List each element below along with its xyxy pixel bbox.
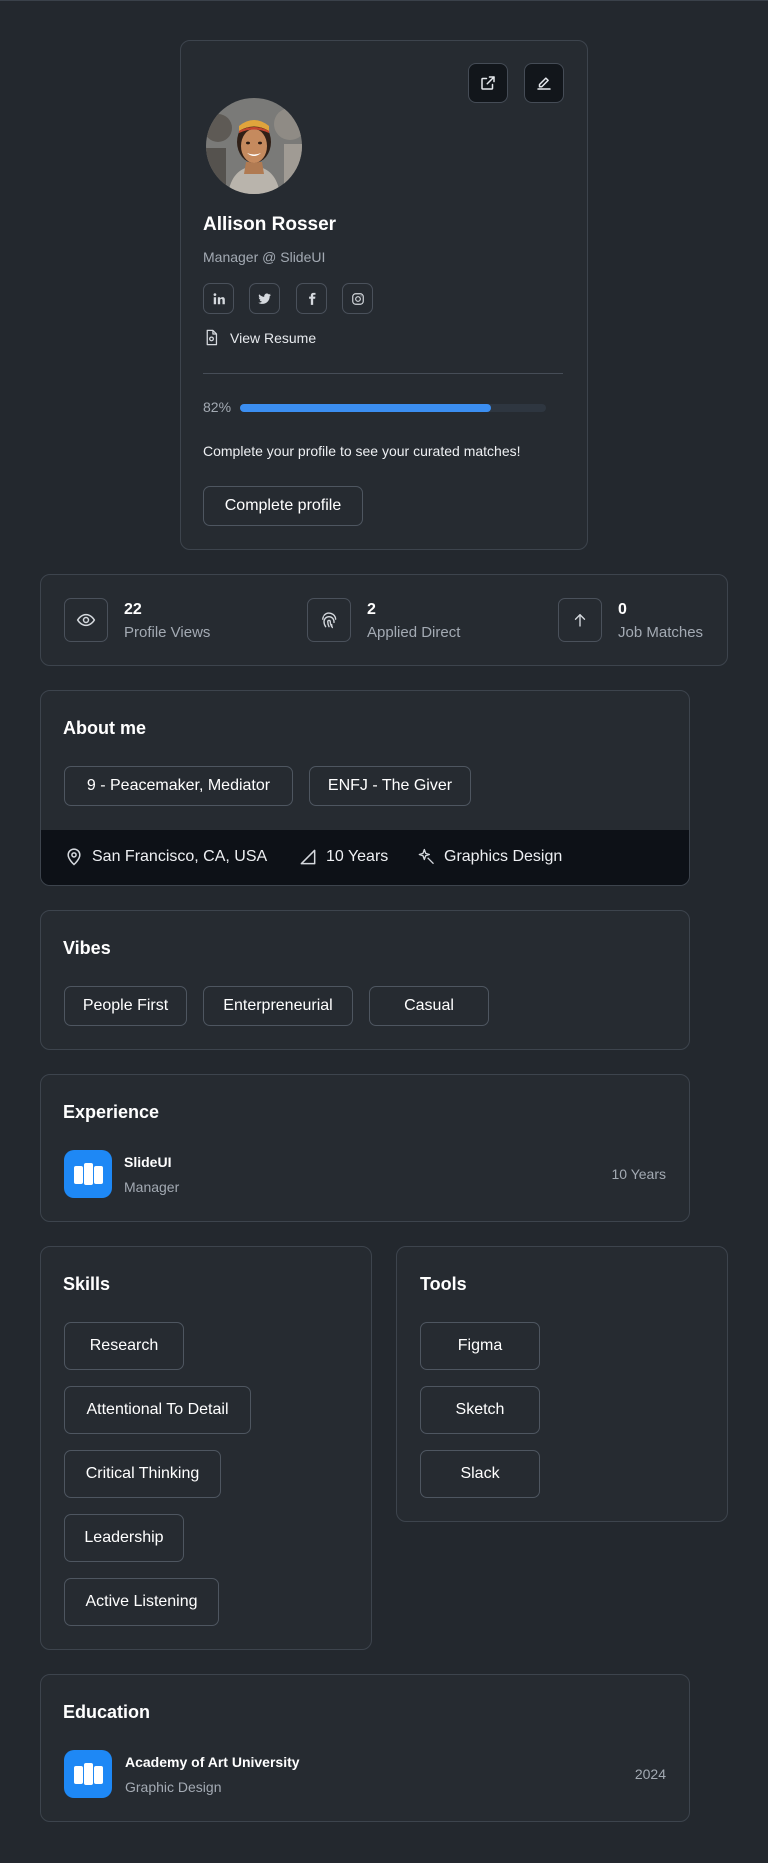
- edit-button[interactable]: [524, 63, 564, 103]
- profile-views-label: Profile Views: [124, 624, 211, 641]
- tool-tag: Slack: [420, 1450, 540, 1498]
- top-divider: [0, 0, 768, 1]
- applied-direct-label: Applied Direct: [367, 624, 461, 641]
- school-name: Academy of Art University: [125, 1754, 300, 1770]
- share-button[interactable]: [468, 63, 508, 103]
- field-text: Graphics Design: [444, 848, 563, 865]
- external-link-icon: [481, 76, 495, 90]
- applied-direct-icon-box: [307, 598, 351, 642]
- location-meta: San Francisco, CA, USA: [64, 847, 267, 867]
- view-resume-label: View Resume: [230, 329, 317, 346]
- applied-direct-count: 2: [367, 601, 376, 618]
- view-resume-link[interactable]: View Resume: [203, 328, 316, 347]
- field-meta: Graphics Design: [416, 847, 562, 867]
- twitter-icon: [258, 293, 271, 304]
- profile-progress-bar: [240, 404, 546, 412]
- tools-title: Tools: [420, 1274, 467, 1294]
- twitter-link[interactable]: [249, 283, 280, 314]
- complete-profile-button[interactable]: Complete profile: [203, 486, 363, 526]
- job-matches-label: Job Matches: [618, 624, 704, 641]
- years-meta: 10 Years: [298, 847, 388, 867]
- about-title: About me: [63, 718, 146, 738]
- skill-tag: Leadership: [64, 1514, 184, 1562]
- instagram-icon: [351, 292, 364, 305]
- company-name: SlideUI: [124, 1154, 172, 1170]
- job-matches-icon-box: [558, 598, 602, 642]
- vibe-tag: Casual: [369, 986, 489, 1026]
- avatar: [206, 98, 302, 194]
- education-title: Education: [63, 1702, 151, 1722]
- school-program: Graphic Design: [125, 1779, 222, 1795]
- graduation-year: 2024: [634, 1766, 666, 1782]
- vibes-card: [40, 910, 690, 1050]
- document-icon: [206, 329, 218, 346]
- vibes-title: Vibes: [63, 938, 111, 958]
- magic-wand-icon: [418, 848, 434, 865]
- profile-views-count: 22: [124, 601, 142, 618]
- vibe-tag: People First: [64, 986, 187, 1026]
- personality-tag: ENFJ - The Giver: [309, 766, 471, 806]
- skills-title: Skills: [63, 1274, 111, 1294]
- profile-message: Complete your profile to see your curate…: [203, 443, 521, 459]
- company-role: Manager: [124, 1179, 180, 1195]
- arrow-up-icon: [574, 614, 586, 627]
- triangle-ruler-icon: [300, 849, 316, 865]
- profile-views-icon-box: [64, 598, 108, 642]
- vibe-tag: Enterpreneurial: [203, 986, 353, 1026]
- instagram-link[interactable]: [342, 283, 373, 314]
- linkedin-icon: [213, 292, 225, 304]
- fingerprint-icon: [322, 612, 337, 629]
- education-card: [40, 1674, 690, 1822]
- tool-tag: Sketch: [420, 1386, 540, 1434]
- progress-percent: 82%: [203, 399, 232, 415]
- location-text: San Francisco, CA, USA: [92, 848, 268, 865]
- stats-card: [40, 574, 728, 666]
- experience-duration: 10 Years: [611, 1166, 667, 1182]
- facebook-icon: [308, 292, 315, 305]
- facebook-link[interactable]: [296, 283, 327, 314]
- enneagram-tag: 9 - Peacemaker, Mediator: [64, 766, 293, 806]
- eye-icon: [76, 613, 96, 627]
- experience-title: Experience: [63, 1102, 160, 1122]
- location-pin-icon: [67, 848, 81, 866]
- skill-tag: Research: [64, 1322, 184, 1370]
- tool-tag: Figma: [420, 1322, 540, 1370]
- linkedin-link[interactable]: [203, 283, 234, 314]
- profile-progress-fill: [240, 404, 491, 412]
- company-logo: [64, 1150, 112, 1198]
- experience-card: [40, 1074, 690, 1222]
- skill-tag: Critical Thinking: [64, 1450, 221, 1498]
- years-text: 10 Years: [326, 848, 389, 865]
- job-matches-count: 0: [618, 601, 627, 618]
- skill-tag: Attentional To Detail: [64, 1386, 251, 1434]
- school-logo: [64, 1750, 112, 1798]
- profile-role: Manager @ SlideUI: [203, 249, 326, 265]
- profile-name: Allison Rosser: [203, 214, 337, 235]
- profile-divider: [203, 373, 563, 374]
- skill-tag: Active Listening: [64, 1578, 219, 1626]
- pencil-icon: [537, 77, 551, 90]
